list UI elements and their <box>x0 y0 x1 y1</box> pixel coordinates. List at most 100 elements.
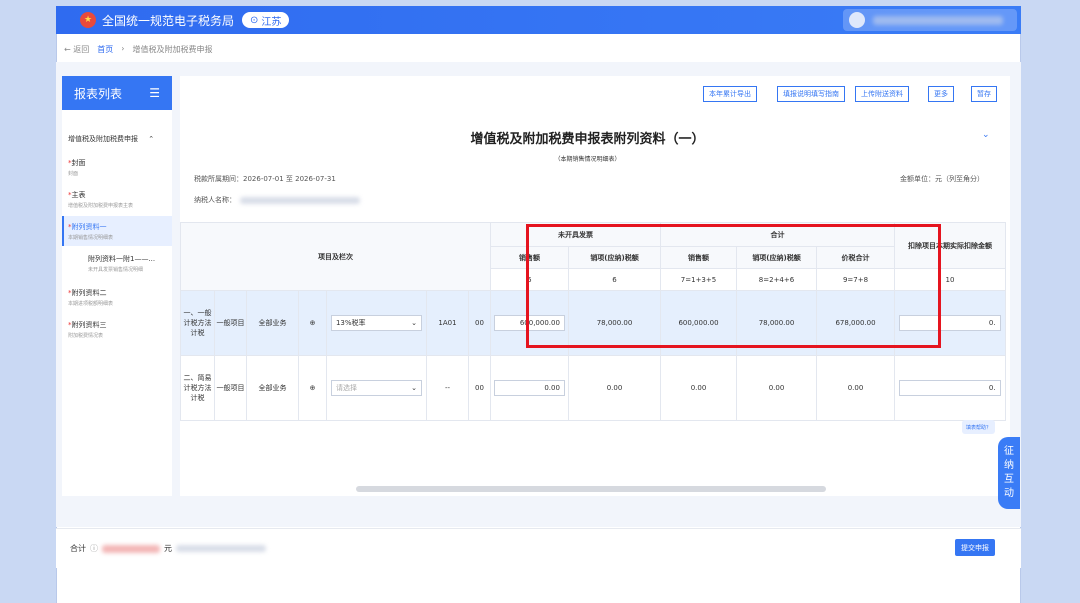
float-button-label: 征纳互动 <box>1004 446 1014 499</box>
sidebar-item-sub: 附加税费情况表 <box>68 333 104 339</box>
top-bar: ★ 全国统一规范电子税务局 ⊙ 江苏 <box>56 6 1021 34</box>
horizontal-scrollbar[interactable] <box>356 486 826 492</box>
sidebar-header: 报表列表 ☰ <box>62 76 172 110</box>
tax-rate-select[interactable]: 请选择 ⌄ <box>330 380 423 396</box>
taxpayer-name-redacted <box>240 196 360 204</box>
menu-toggle-icon[interactable]: ☰ <box>149 86 160 100</box>
col-header-tax: 销项(应纳)税额 <box>568 246 662 269</box>
sidebar-item-main[interactable]: *主表 增值税及附加税费申报表主表 <box>68 190 133 209</box>
total-detail-redacted <box>176 545 266 552</box>
deduct-input[interactable]: 0. <box>899 315 1001 331</box>
table-row: 二、简易计税方法计税 一般项目 全部业务 ⊕ 请选择 ⌄ -- 00 0.00 0… <box>180 355 1007 421</box>
total-sales-value: 0.00 <box>660 355 738 421</box>
sidebar-item-attachment-2[interactable]: *附列资料二 本期进项税额明细表 <box>68 288 113 307</box>
sidebar-item-label: 附列资料三 <box>71 321 107 329</box>
add-row-icon[interactable]: ⊕ <box>298 355 327 421</box>
footer-total: 合计 ⓘ 元 <box>70 543 266 554</box>
emblem-logo-icon: ★ <box>80 12 96 28</box>
export-button[interactable]: 本年累计导出 <box>703 86 757 102</box>
chevron-down-icon[interactable]: ⌄ <box>982 130 990 140</box>
chevron-down-icon: ⌄ <box>411 319 418 327</box>
sidebar-group-label: 增值税及附加税费申报 <box>68 135 138 143</box>
tax-period: 税款所属期间：2026-07-01 至 2026-07-31 <box>194 174 336 184</box>
breadcrumb-home[interactable]: 首页 <box>97 44 113 55</box>
form-title: 增值税及附加税费申报表附列资料（一） <box>470 132 705 147</box>
chevron-down-icon: ⌄ <box>411 384 418 392</box>
back-link[interactable]: ← 返回 <box>64 44 89 55</box>
tax-rate-select[interactable]: 13%税率 ⌄ <box>330 315 423 331</box>
tax-rate-value: 13%税率 <box>335 319 366 327</box>
row-category: 二、简易计税方法计税 <box>180 355 215 421</box>
truncated-cell: 00 <box>467 355 492 421</box>
group-header-uninvoiced: 未开具发票 <box>490 222 662 247</box>
more-button[interactable]: 更多 <box>928 86 954 102</box>
sidebar-item-attachment-1-sub[interactable]: 附列资料一附1——... 未开具发票销售情况明细 <box>88 254 155 273</box>
row-category: 一、一般计税方法计税 <box>180 290 215 356</box>
tax-period-label: 税款所属期间： <box>194 175 243 183</box>
footer-currency: 元 <box>164 544 172 553</box>
row-code: 1A01 <box>426 290 469 356</box>
total-with-tax-value: 678,000.00 <box>816 290 896 356</box>
brand-title: 全国统一规范电子税务局 <box>102 13 235 28</box>
sidebar-item-label: 主表 <box>71 191 86 199</box>
upload-button[interactable]: 上传附送资料 <box>855 86 909 102</box>
tax-period-value: 2026-07-01 至 2026-07-31 <box>243 175 336 183</box>
col-index: 8=2+4+6 <box>736 268 818 291</box>
sidebar-title: 报表列表 <box>74 86 123 101</box>
chevron-up-icon: ⌃ <box>148 135 155 143</box>
row-business: 全部业务 <box>246 290 299 356</box>
total-with-tax-value: 0.00 <box>816 355 896 421</box>
row-code: -- <box>426 355 469 421</box>
sidebar-item-sub: 增值税及附加税费申报表主表 <box>68 203 134 209</box>
currency-unit: 金额单位：元（列至角分） <box>900 175 984 183</box>
sidebar-item-label: 附列资料二 <box>71 289 107 297</box>
row-business: 全部业务 <box>246 355 299 421</box>
row-subcategory: 一般项目 <box>214 355 247 421</box>
sidebar-item-label: 封面 <box>71 159 86 167</box>
guide-button[interactable]: 填报说明填写指南 <box>777 86 845 102</box>
col-header-item: 项目及栏次 <box>179 222 492 291</box>
location-pin-icon: ⊙ <box>250 14 259 26</box>
footer-total-label: 合计 <box>70 544 86 553</box>
info-icon[interactable]: ⓘ <box>90 543 98 554</box>
tax-value: 78,000.00 <box>568 290 662 356</box>
deduct-input[interactable]: 0. <box>899 380 1001 396</box>
footer-bar: 合计 ⓘ 元 <box>56 528 1021 568</box>
tax-rate-placeholder: 请选择 <box>335 384 357 392</box>
col-index: 5 <box>490 268 570 291</box>
col-header-sales: 销售额 <box>490 246 570 269</box>
col-header-total-tax: 销项(应纳)税额 <box>736 246 818 269</box>
breadcrumb: ← 返回 首页 › 增值税及附加税费申报 <box>64 44 212 55</box>
sidebar-item-cover[interactable]: *封面 封面 <box>68 158 86 177</box>
help-link[interactable]: 填表帮助？ <box>962 420 996 434</box>
tax-value: 0.00 <box>568 355 662 421</box>
add-row-icon[interactable]: ⊕ <box>298 290 327 356</box>
sales-input[interactable]: 0.00 <box>494 380 565 396</box>
row-subcategory: 一般项目 <box>214 290 247 356</box>
sales-detail-table: 项目及栏次 未开具发票 合计 扣除项目本期实际扣除金额 销售额 销项(应纳)税额… <box>179 222 1007 421</box>
sidebar-item-sub: 本期进项税额明细表 <box>68 301 114 307</box>
sidebar-group[interactable]: 增值税及附加税费申报 ⌃ <box>68 134 154 144</box>
col-index: 10 <box>894 268 1007 291</box>
submit-button[interactable]: 提交申报 <box>955 539 995 556</box>
sidebar-item-attachment-3[interactable]: *附列资料三 附加税费情况表 <box>68 320 107 339</box>
user-menu[interactable] <box>843 9 1017 31</box>
user-name-redacted <box>873 15 1003 25</box>
total-amount-redacted <box>102 544 160 553</box>
col-header-total-sales: 销售额 <box>660 246 738 269</box>
total-tax-value: 78,000.00 <box>736 290 818 356</box>
region-selector[interactable]: ⊙ 江苏 <box>242 12 290 28</box>
truncated-cell: 00 <box>467 290 492 356</box>
save-draft-button[interactable]: 暂存 <box>971 86 997 102</box>
avatar <box>849 12 865 28</box>
sales-input[interactable]: 600,000.00 <box>494 315 565 331</box>
interaction-float-button[interactable]: 征纳互动 <box>998 437 1020 509</box>
sidebar-item-label: 附列资料一附1——... <box>88 255 156 263</box>
breadcrumb-separator: › <box>121 44 125 53</box>
sidebar-item-attachment-1[interactable]: *附列资料一 本期销售情况明细表 <box>68 222 113 241</box>
report-list-sidebar: 报表列表 ☰ 增值税及附加税费申报 ⌃ *封面 封面 *主表 增值税及附加税费申… <box>62 76 172 496</box>
form-subtitle: （本期销售情况明细表） <box>554 156 621 163</box>
col-index: 7=1+3+5 <box>660 268 738 291</box>
col-index: 6 <box>568 268 662 291</box>
taxpayer-label: 纳税人名称： <box>194 196 236 204</box>
